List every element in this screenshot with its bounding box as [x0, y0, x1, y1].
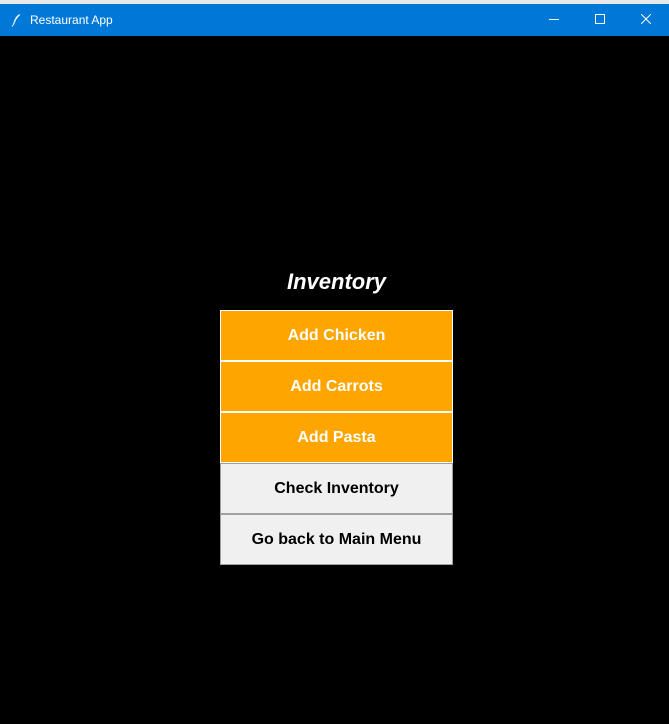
main-menu-button[interactable]: Go back to Main Menu — [220, 514, 453, 565]
window-controls — [531, 4, 669, 36]
maximize-button[interactable] — [577, 4, 623, 36]
close-icon — [640, 11, 652, 29]
minimize-button[interactable] — [531, 4, 577, 36]
feather-icon — [10, 13, 22, 27]
close-button[interactable] — [623, 4, 669, 36]
maximize-icon — [595, 11, 605, 29]
main-content: Inventory Add Chicken Add Carrots Add Pa… — [0, 36, 669, 724]
add-chicken-button[interactable]: Add Chicken — [220, 310, 453, 361]
app-window: Restaurant App Inventory Add Chicken Add… — [0, 0, 669, 724]
minimize-icon — [549, 11, 559, 29]
page-title: Inventory — [286, 269, 387, 294]
check-inventory-button[interactable]: Check Inventory — [220, 463, 453, 514]
title-bar[interactable]: Restaurant App — [0, 4, 669, 36]
window-title: Restaurant App — [30, 13, 113, 27]
add-pasta-button[interactable]: Add Pasta — [220, 412, 453, 463]
add-carrots-button[interactable]: Add Carrots — [220, 361, 453, 412]
